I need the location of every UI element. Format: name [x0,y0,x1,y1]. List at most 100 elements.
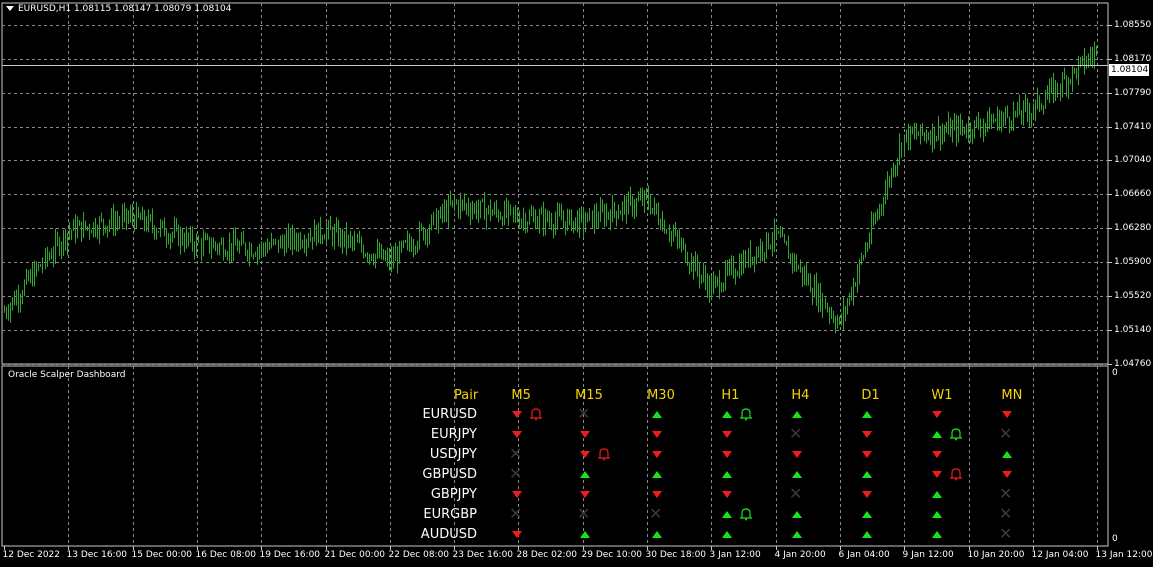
down-arrow-icon [862,451,872,458]
time-tick-label: 10 Jan 20:00 [967,550,1025,560]
time-tick-label: 12 Dec 2022 [2,550,61,560]
signal-cell [929,407,945,423]
down-arrow-icon [722,431,732,438]
dashboard-pair-label[interactable]: GBPJPY [419,487,477,502]
dashboard-pair-label[interactable]: AUDUSD [419,527,477,542]
signal-cell [859,467,875,483]
up-arrow-icon [932,431,942,438]
signal-cell [859,447,875,463]
price-tick-label: 1.06280 [1114,222,1152,233]
price-tick-label: 1.07040 [1114,154,1152,165]
signal-cell: ✕ [649,504,665,523]
main-plot-frame [1,2,1109,365]
signal-cell: ✕ [577,504,593,523]
signal-cell [649,427,665,443]
dashboard-pair-header: Pair [454,388,479,403]
signal-cell [859,487,875,503]
indicator-title: Oracle Scalper Dashboard [8,370,126,380]
dashboard-pair-label[interactable]: USDJPY [419,447,477,462]
signal-cell: ✕ [509,504,525,523]
signal-cell [719,487,735,503]
down-arrow-icon [652,431,662,438]
signal-cell [509,527,525,543]
down-arrow-icon [722,491,732,498]
price-tick-label: 1.07410 [1114,121,1152,132]
current-price-label: 1.08104 [1109,64,1149,76]
signal-cell [859,407,875,423]
dashboard-timeframe-header: W1 [931,388,953,403]
up-arrow-icon [652,531,662,538]
neutral-x-icon: ✕ [789,484,803,503]
down-arrow-icon [792,451,802,458]
down-arrow-icon [512,491,522,498]
neutral-x-icon: ✕ [509,444,523,463]
signal-cell [859,507,875,523]
signal-cell [929,427,945,443]
price-tick-label: 1.08550 [1114,19,1152,30]
up-arrow-icon [792,511,802,518]
dashboard-pair-label[interactable]: GBPUSD [419,467,477,482]
neutral-x-icon: ✕ [577,504,591,523]
down-arrow-icon [512,431,522,438]
dashboard-pair-label[interactable]: EURUSD [419,407,477,422]
dashboard-timeframe-header: M5 [511,388,531,403]
up-arrow-icon [932,531,942,538]
signal-cell [577,467,593,483]
up-arrow-icon [722,471,732,478]
up-arrow-icon [862,511,872,518]
neutral-x-icon: ✕ [577,404,591,423]
dashboard-timeframe-header: D1 [861,388,880,403]
up-arrow-icon [792,411,802,418]
alert-bell-icon [529,406,543,421]
signal-cell [719,507,735,523]
signal-cell [789,507,805,523]
signal-cell [509,407,525,423]
time-tick-label: 22 Dec 08:00 [388,550,450,560]
time-tick-label: 12 Jan 04:00 [1031,550,1089,560]
indicator-scale-top: 0 [1112,368,1118,378]
signal-cell [509,427,525,443]
signal-cell [649,487,665,503]
dashboard-pair-label[interactable]: EURJPY [419,427,477,442]
up-arrow-icon [580,531,590,538]
time-tick-label: 28 Dec 02:00 [516,550,578,560]
alert-bell-icon [739,506,753,521]
dashboard-pair-label[interactable]: EURGBP [419,507,477,522]
down-arrow-icon [1002,411,1012,418]
dashboard-timeframe-header: H1 [721,388,740,403]
down-arrow-icon [722,451,732,458]
time-tick-label: 21 Dec 00:00 [324,550,386,560]
up-arrow-icon [862,471,872,478]
neutral-x-icon: ✕ [509,504,523,523]
price-tick-label: 1.07790 [1114,87,1152,98]
dashboard-timeframe-header: H4 [791,388,810,403]
down-arrow-icon [862,431,872,438]
neutral-x-icon: ✕ [509,464,523,483]
up-arrow-icon [722,531,732,538]
signal-cell [719,427,735,443]
down-arrow-icon [932,451,942,458]
neutral-x-icon: ✕ [999,524,1013,543]
signal-cell [999,407,1015,423]
alert-bell-icon [949,466,963,481]
up-arrow-icon [652,411,662,418]
time-tick-label: 6 Jan 04:00 [838,550,890,560]
time-tick-label: 13 Dec 16:00 [66,550,128,560]
up-arrow-icon [1002,451,1012,458]
signal-cell [789,447,805,463]
signal-cell [929,527,945,543]
time-tick-label: 16 Dec 08:00 [195,550,257,560]
signal-cell [859,527,875,543]
signal-cell [789,467,805,483]
signal-cell [929,487,945,503]
signal-cell: ✕ [999,424,1015,443]
time-tick-label: 23 Dec 16:00 [452,550,514,560]
signal-cell [929,447,945,463]
signal-cell [649,407,665,423]
up-arrow-icon [862,411,872,418]
collapse-triangle-icon[interactable] [6,6,14,11]
up-arrow-icon [792,531,802,538]
down-arrow-icon [580,491,590,498]
signal-cell: ✕ [999,484,1015,503]
up-arrow-icon [862,531,872,538]
